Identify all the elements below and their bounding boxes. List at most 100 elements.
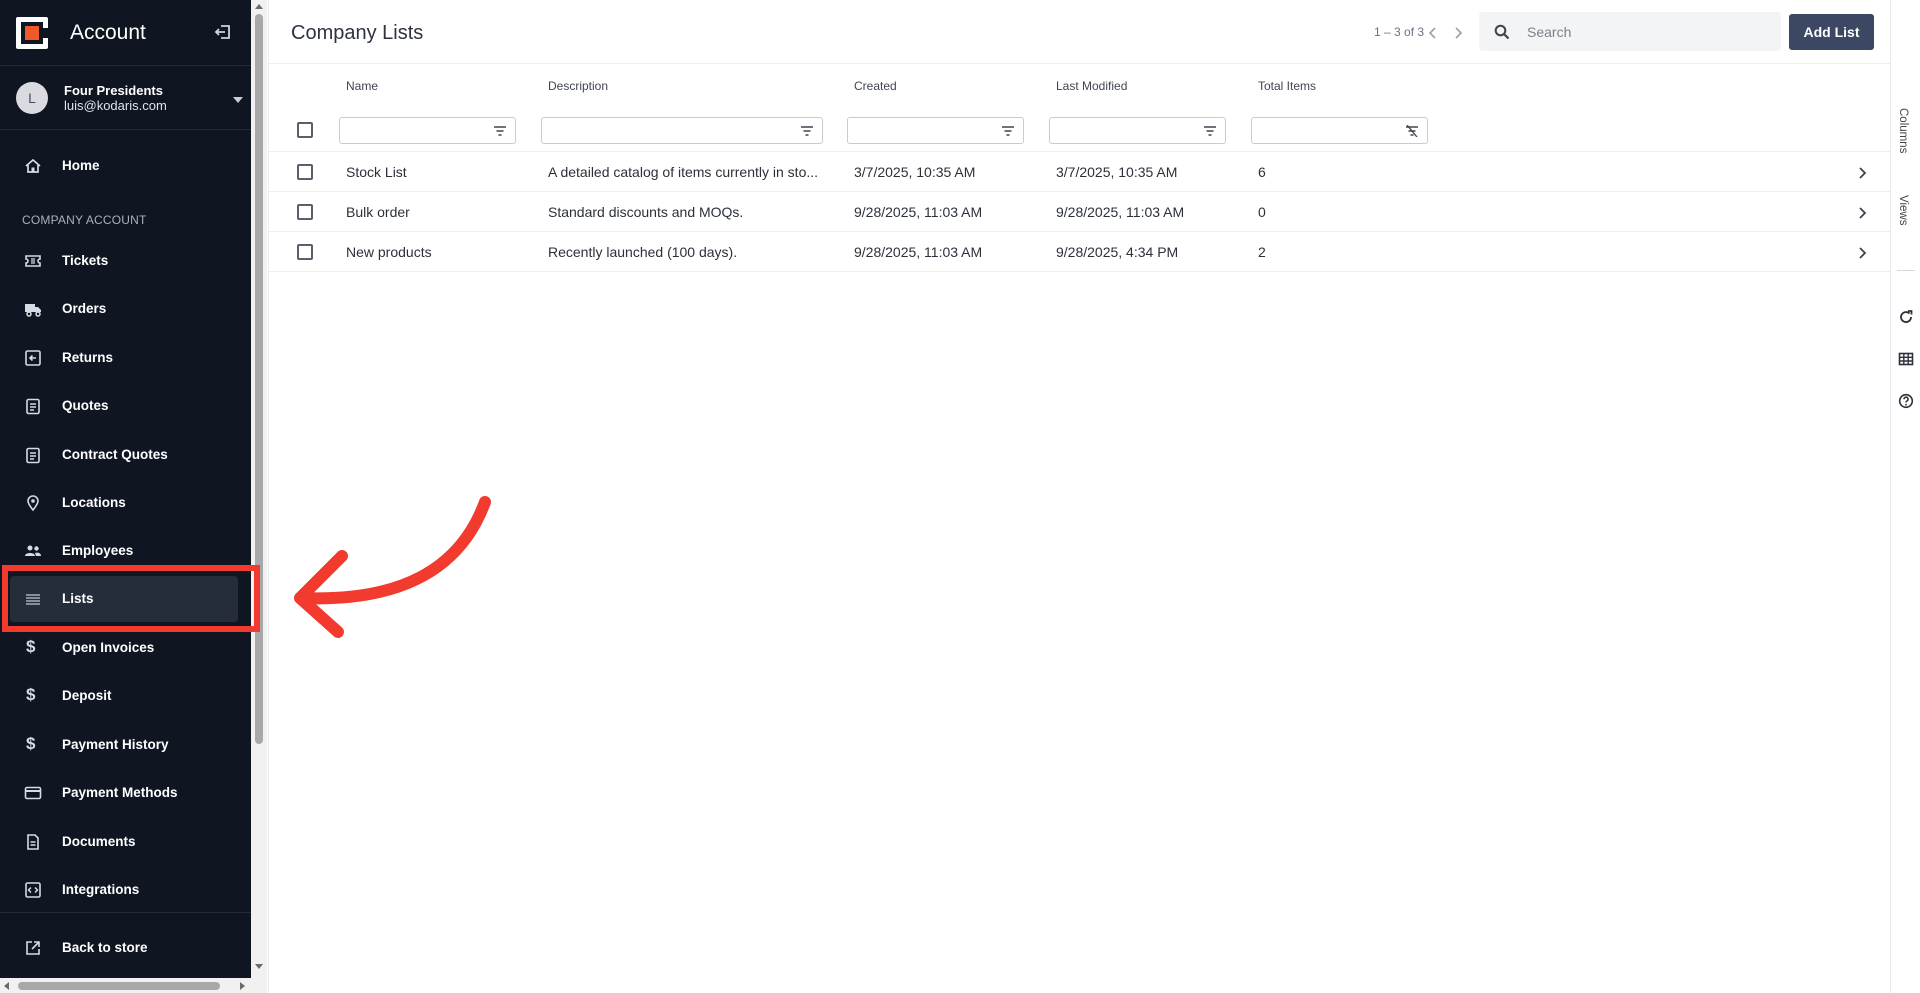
section-label-company-account: COMPANY ACCOUNT (22, 213, 147, 227)
sidebar-divider (0, 912, 251, 913)
sidebar-item-label: Deposit (62, 687, 112, 703)
row-checkbox[interactable] (297, 164, 313, 180)
sidebar: Account L Four Presidents luis@kodaris.c… (0, 0, 251, 993)
sidebar-item-deposit[interactable]: $ Deposit (0, 673, 240, 717)
cell-total-items: 0 (1258, 204, 1266, 220)
return-icon (25, 350, 41, 366)
filter-icon[interactable] (800, 125, 814, 137)
cell-last-modified: 9/28/2025, 11:03 AM (1056, 204, 1185, 220)
cell-description: Recently launched (100 days). (548, 244, 738, 260)
sidebar-item-payment-methods[interactable]: Payment Methods (0, 770, 240, 814)
scrollbar-thumb[interactable] (18, 982, 220, 990)
cell-last-modified: 3/7/2025, 10:35 AM (1056, 164, 1178, 180)
chevron-left-icon[interactable] (1426, 25, 1440, 41)
sidebar-item-payment-history[interactable]: $ Payment History (0, 722, 240, 766)
toolbar: Company Lists 1 – 3 of 3 Add List (269, 0, 1891, 64)
sidebar-item-tickets[interactable]: Tickets (0, 238, 240, 282)
table-row[interactable]: Bulk order Standard discounts and MOQs. … (269, 192, 1891, 232)
add-list-button[interactable]: Add List (1789, 14, 1874, 50)
column-header-description[interactable]: Description (548, 79, 608, 93)
cell-name: Bulk order (346, 204, 410, 220)
truck-icon (25, 304, 41, 317)
page-title: Company Lists (291, 22, 424, 44)
rail-divider (1897, 270, 1915, 271)
people-icon (25, 545, 41, 556)
card-icon (24, 786, 42, 800)
user-email: luis@kodaris.com (64, 97, 167, 113)
last-modified-filter-input[interactable] (1049, 117, 1226, 144)
sidebar-item-orders[interactable]: Orders (0, 286, 240, 330)
filter-off-icon[interactable] (1405, 125, 1419, 137)
sidebar-item-label: Integrations (62, 881, 140, 897)
sidebar-item-label: Payment Methods (62, 784, 178, 800)
sidebar-item-label: Payment History (62, 736, 169, 752)
scroll-down-icon[interactable] (255, 964, 263, 969)
column-header-created[interactable]: Created (854, 79, 897, 93)
collapse-sidebar-icon[interactable] (213, 22, 233, 42)
column-header-name[interactable]: Name (346, 79, 378, 93)
chevron-right-icon[interactable] (1858, 166, 1868, 180)
tab-columns[interactable]: Columns (1897, 108, 1909, 153)
clipboard-icon (26, 398, 40, 415)
sidebar-title: Account (70, 20, 146, 44)
sidebar-horizontal-scrollbar[interactable] (0, 978, 251, 993)
cell-total-items: 6 (1258, 164, 1266, 180)
chevron-right-icon[interactable] (1858, 246, 1868, 260)
grid-icon[interactable] (1898, 351, 1914, 367)
main-content: Company Lists 1 – 3 of 3 Add List Name D… (268, 0, 1891, 993)
tab-views[interactable]: Views (1897, 195, 1909, 225)
sidebar-item-home[interactable]: Home (0, 143, 240, 187)
filter-row (269, 108, 1891, 152)
cell-name: New products (346, 244, 432, 260)
refresh-icon[interactable] (1898, 309, 1914, 325)
total-items-filter-input[interactable] (1251, 117, 1428, 144)
home-icon (25, 158, 41, 173)
sidebar-vertical-scrollbar[interactable] (251, 0, 267, 993)
caret-down-icon[interactable] (233, 97, 243, 103)
user-switcher[interactable]: L Four Presidents luis@kodaris.com (0, 66, 251, 130)
filter-icon[interactable] (1203, 125, 1217, 137)
highlight-annotation-box (2, 565, 260, 632)
sidebar-header: Account (0, 0, 251, 66)
sidebar-item-label: Orders (62, 300, 107, 316)
column-header-total-items[interactable]: Total Items (1258, 79, 1316, 93)
help-icon[interactable] (1898, 393, 1914, 409)
created-filter-input[interactable] (847, 117, 1024, 144)
sidebar-item-contract-quotes[interactable]: Contract Quotes (0, 432, 240, 476)
search-input[interactable] (1527, 12, 1767, 51)
name-filter-input[interactable] (339, 117, 516, 144)
dollar-icon: $ (26, 734, 36, 753)
scroll-up-icon[interactable] (255, 4, 263, 9)
sidebar-item-back-to-store[interactable]: Back to store (0, 925, 240, 969)
select-all-checkbox[interactable] (297, 122, 313, 138)
scroll-left-icon[interactable] (4, 982, 9, 990)
table-row[interactable]: New products Recently launched (100 days… (269, 232, 1891, 272)
search-icon (1494, 24, 1510, 40)
dollar-icon: $ (26, 637, 36, 656)
chevron-right-icon[interactable] (1451, 25, 1465, 41)
sidebar-item-returns[interactable]: Returns (0, 335, 240, 379)
sidebar-item-label: Back to store (62, 939, 148, 955)
row-checkbox[interactable] (297, 204, 313, 220)
row-checkbox[interactable] (297, 244, 313, 260)
scrollbar-thumb[interactable] (255, 14, 263, 744)
sidebar-item-integrations[interactable]: Integrations (0, 867, 240, 911)
kodaris-logo[interactable] (16, 16, 50, 49)
sidebar-item-documents[interactable]: Documents (0, 819, 240, 863)
code-icon (25, 882, 41, 898)
sidebar-item-quotes[interactable]: Quotes (0, 383, 240, 427)
user-name: Four Presidents (64, 82, 163, 98)
chevron-right-icon[interactable] (1858, 206, 1868, 220)
description-filter-input[interactable] (541, 117, 823, 144)
cell-name: Stock List (346, 164, 407, 180)
column-header-last-modified[interactable]: Last Modified (1056, 79, 1127, 93)
filter-icon[interactable] (1001, 125, 1015, 137)
sidebar-item-label: Tickets (62, 252, 109, 268)
sidebar-item-locations[interactable]: Locations (0, 480, 240, 524)
sidebar-item-label: Returns (62, 349, 114, 365)
filter-icon[interactable] (493, 125, 507, 137)
search-box[interactable] (1479, 12, 1781, 51)
scroll-right-icon[interactable] (240, 982, 245, 990)
table-row[interactable]: Stock List A detailed catalog of items c… (269, 152, 1891, 192)
document-icon (27, 834, 39, 850)
